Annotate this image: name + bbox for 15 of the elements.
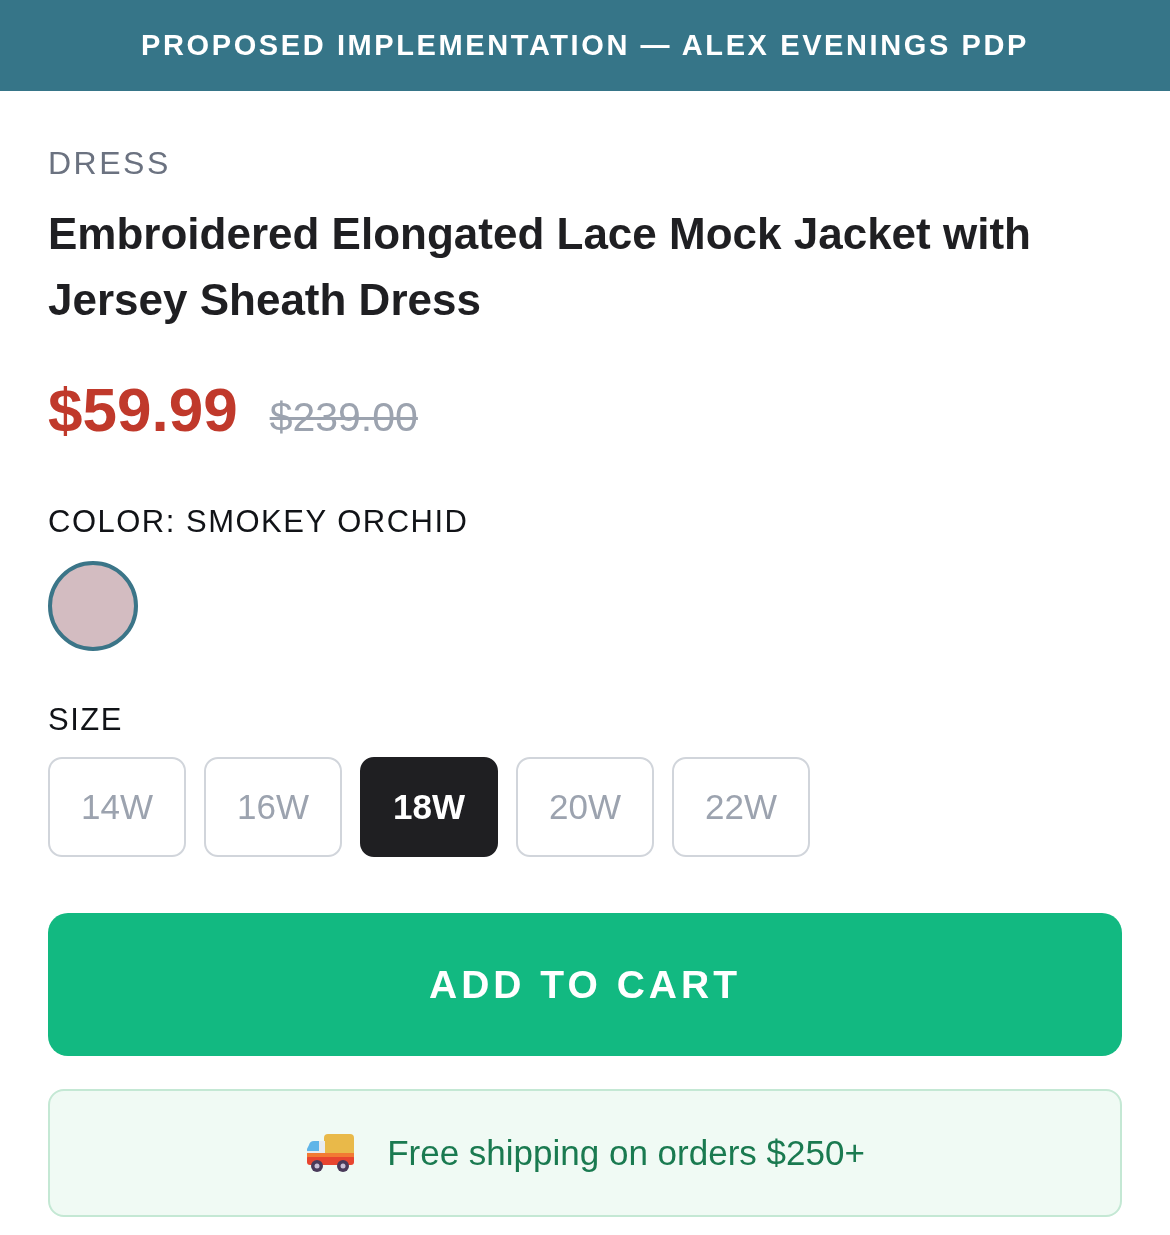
size-option[interactable]: 22W <box>672 757 810 857</box>
sale-price: $59.99 <box>48 375 238 445</box>
shipping-text: Free shipping on orders $250+ <box>387 1133 865 1173</box>
size-label: SIZE <box>48 701 124 739</box>
banner-title: PROPOSED IMPLEMENTATION — ALEX EVENINGS PDP <box>141 29 1029 62</box>
size-option[interactable]: 20W <box>516 757 654 857</box>
size-option[interactable]: 16W <box>204 757 342 857</box>
product-category: DRESS <box>48 144 172 183</box>
original-price: $239.00 <box>269 394 418 441</box>
color-label: COLOR: SMOKEY ORCHID <box>48 503 470 541</box>
truck-icon <box>305 1133 356 1173</box>
size-option[interactable]: 18W <box>360 757 498 857</box>
add-to-cart-button[interactable]: ADD TO CART <box>48 913 1122 1056</box>
product-title: Embroidered Elongated Lace Mock Jacket with Jersey Sheath Dress <box>48 208 1032 326</box>
size-option[interactable]: 14W <box>48 757 186 857</box>
